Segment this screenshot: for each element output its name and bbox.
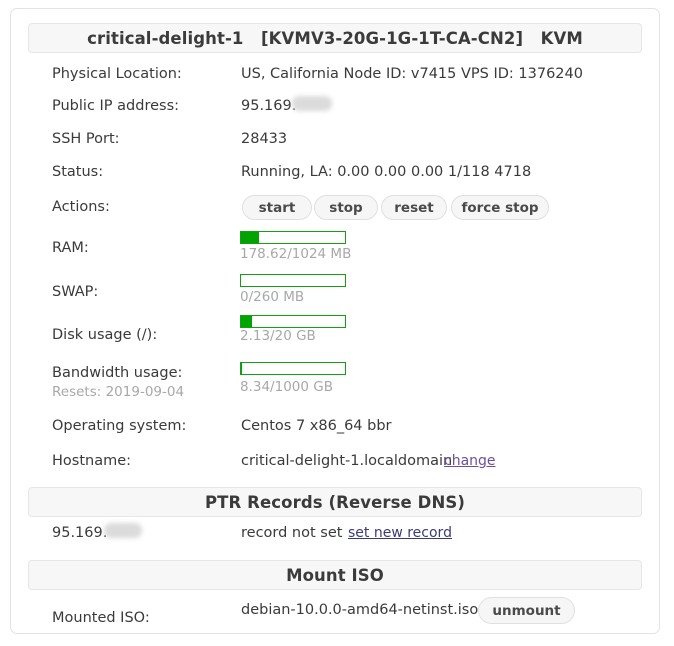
bandwidth-meter-fill <box>241 363 242 374</box>
public-ip-value: 95.169. <box>241 98 297 114</box>
disk-usage-label: Disk usage (/): <box>52 327 158 343</box>
disk-meter <box>240 315 346 328</box>
mount-iso-header: Mount ISO <box>28 560 642 590</box>
disk-meter-fill <box>241 316 253 327</box>
ram-usage-text: 178.62/1024 MB <box>240 246 352 262</box>
ptr-records-header: PTR Records (Reverse DNS) <box>28 487 642 517</box>
vps-details-card: critical-delight-1 [KVMV3-20G-1G-1T-CA-C… <box>10 8 660 634</box>
reset-button-label: reset <box>394 199 434 216</box>
stop-button-label: stop <box>329 199 363 216</box>
actions-label: Actions: <box>52 199 110 215</box>
bandwidth-usage-text: 8.34/1000 GB <box>240 379 333 395</box>
stop-button[interactable]: stop <box>314 195 378 220</box>
bandwidth-reset-label: Resets: 2019-09-04 <box>52 384 185 400</box>
force-stop-button-label: force stop <box>461 199 539 216</box>
physical-location-value: US, California Node ID: v7415 VPS ID: 13… <box>241 66 583 82</box>
set-new-record-link[interactable]: set new record <box>348 525 452 541</box>
mount-iso-title: Mount ISO <box>286 565 384 585</box>
operating-system-value: Centos 7 x86_64 bbr <box>241 418 392 434</box>
mounted-iso-value: debian-10.0.0-amd64-netinst.iso <box>241 602 479 618</box>
ram-label: RAM: <box>52 240 89 256</box>
status-value: Running, LA: 0.00 0.00 0.00 1/118 4718 <box>241 164 532 180</box>
disk-usage-text: 2.13/20 GB <box>240 328 316 344</box>
unmount-button[interactable]: unmount <box>478 597 575 624</box>
ssh-port-label: SSH Port: <box>52 131 120 147</box>
bandwidth-meter <box>240 362 346 375</box>
start-button-label: start <box>258 199 296 216</box>
reset-button[interactable]: reset <box>381 195 447 220</box>
ptr-status-value: record not set <box>241 525 343 541</box>
mounted-iso-label: Mounted ISO: <box>52 610 150 626</box>
physical-location-label: Physical Location: <box>52 66 182 82</box>
vps-header-bar: critical-delight-1 [KVMV3-20G-1G-1T-CA-C… <box>28 23 642 53</box>
ptr-records-title: PTR Records (Reverse DNS) <box>204 492 466 512</box>
ptr-ip-redaction <box>104 523 142 538</box>
public-ip-label: Public IP address: <box>52 98 180 114</box>
ram-meter-fill <box>241 232 260 243</box>
ssh-port-value: 28433 <box>241 131 288 147</box>
page-title: critical-delight-1 [KVMV3-20G-1G-1T-CA-C… <box>87 28 583 48</box>
bandwidth-usage-label: Bandwidth usage: <box>52 365 183 381</box>
swap-meter <box>240 274 346 287</box>
start-button[interactable]: start <box>242 195 312 220</box>
unmount-button-label: unmount <box>492 602 561 619</box>
ptr-ip-value: 95.169. <box>52 525 108 541</box>
operating-system-label: Operating system: <box>52 418 187 434</box>
hostname-value: critical-delight-1.localdomain <box>241 453 453 469</box>
swap-usage-text: 0/260 MB <box>240 289 305 305</box>
vps-control-panel-page: critical-delight-1 [KVMV3-20G-1G-1T-CA-C… <box>0 0 674 646</box>
ram-meter <box>240 231 346 244</box>
change-hostname-link[interactable]: change <box>444 453 496 469</box>
force-stop-button[interactable]: force stop <box>451 195 549 220</box>
swap-label: SWAP: <box>52 284 99 300</box>
hostname-label: Hostname: <box>52 453 132 469</box>
status-label: Status: <box>52 164 104 180</box>
public-ip-redaction <box>292 96 332 111</box>
